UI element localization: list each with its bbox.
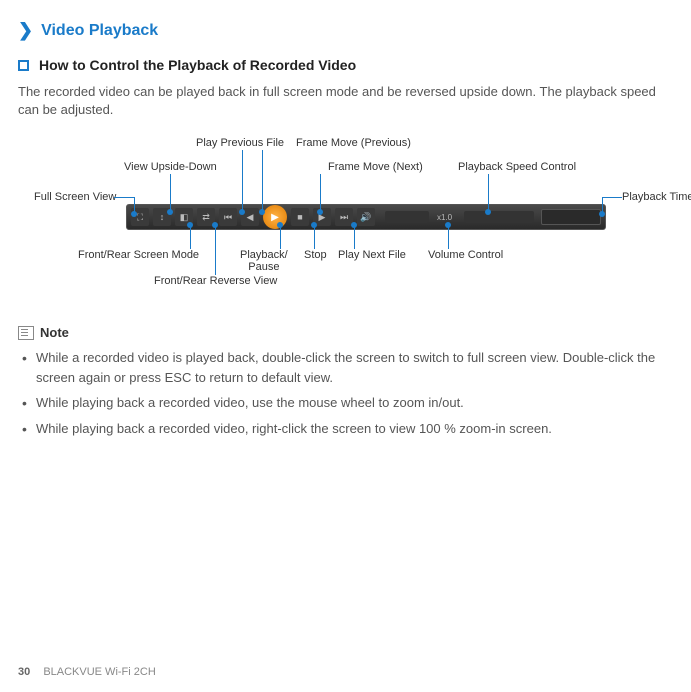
- note-label: Note: [40, 325, 69, 340]
- page-number: 30: [18, 666, 30, 678]
- leader-line: [448, 225, 449, 249]
- leader-line: [602, 197, 622, 198]
- note-icon: [18, 326, 34, 340]
- note-list: While a recorded video is played back, d…: [18, 348, 673, 438]
- leader-line: [280, 225, 281, 249]
- label-play-previous: Play Previous File: [196, 137, 284, 149]
- leader-line: [242, 150, 243, 210]
- play-previous-file-button[interactable]: ⏮: [219, 208, 237, 226]
- label-stop: Stop: [304, 249, 327, 261]
- leader-line: [320, 174, 321, 212]
- label-play-next: Play Next File: [338, 249, 406, 261]
- speed-label-x: x1.0: [437, 213, 452, 222]
- chevron-right-icon: ❯: [18, 20, 33, 41]
- playback-time-display: [541, 209, 601, 225]
- label-front-rear-mode: Front/Rear Screen Mode: [78, 249, 199, 261]
- footer-model: BLACKVUE Wi-Fi 2CH: [43, 666, 155, 678]
- square-bullet-icon: [18, 60, 29, 71]
- playback-toolbar: ⛶ ↕ ◧ ⇄ ⏮ ◀ ▶ ■ ▶ ⏭ 🔊 x1.0: [126, 204, 606, 230]
- leader-line: [314, 225, 315, 249]
- note-item: While playing back a recorded video, rig…: [36, 419, 673, 439]
- label-front-rear-reverse: Front/Rear Reverse View: [154, 275, 277, 287]
- leader-line: [354, 225, 355, 249]
- intro-paragraph: The recorded video can be played back in…: [18, 83, 673, 119]
- leader-line: [170, 174, 171, 212]
- leader-line: [488, 174, 489, 212]
- note-item: While playing back a recorded video, use…: [36, 393, 673, 413]
- volume-slider[interactable]: [385, 211, 429, 223]
- leader-line: [215, 225, 216, 275]
- leader-line: [114, 197, 134, 198]
- note-item: While a recorded video is played back, d…: [36, 348, 673, 387]
- label-frame-next: Frame Move (Next): [328, 161, 423, 173]
- label-speed: Playback Speed Control: [458, 161, 576, 173]
- section-title: Video Playback: [41, 22, 158, 40]
- label-volume: Volume Control: [428, 249, 503, 261]
- label-upside-down: View Upside-Down: [124, 161, 217, 173]
- stop-button[interactable]: ■: [291, 208, 309, 226]
- label-frame-prev: Frame Move (Previous): [296, 137, 411, 149]
- speed-slider[interactable]: [464, 211, 534, 223]
- page-footer: 30 BLACKVUE Wi-Fi 2CH: [18, 666, 156, 678]
- leader-line: [190, 225, 191, 249]
- label-playback-time: Playback Time: [622, 191, 691, 203]
- play-pause-button[interactable]: ▶: [263, 205, 287, 229]
- playback-controls-diagram: ⛶ ↕ ◧ ⇄ ⏮ ◀ ▶ ■ ▶ ⏭ 🔊 x1.0 Play Previous…: [18, 137, 673, 297]
- label-play-pause: Playback/ Pause: [240, 249, 288, 273]
- leader-line: [262, 150, 263, 210]
- subsection-title: How to Control the Playback of Recorded …: [39, 57, 356, 73]
- label-fullscreen: Full Screen View: [34, 191, 116, 203]
- volume-icon[interactable]: 🔊: [357, 208, 375, 226]
